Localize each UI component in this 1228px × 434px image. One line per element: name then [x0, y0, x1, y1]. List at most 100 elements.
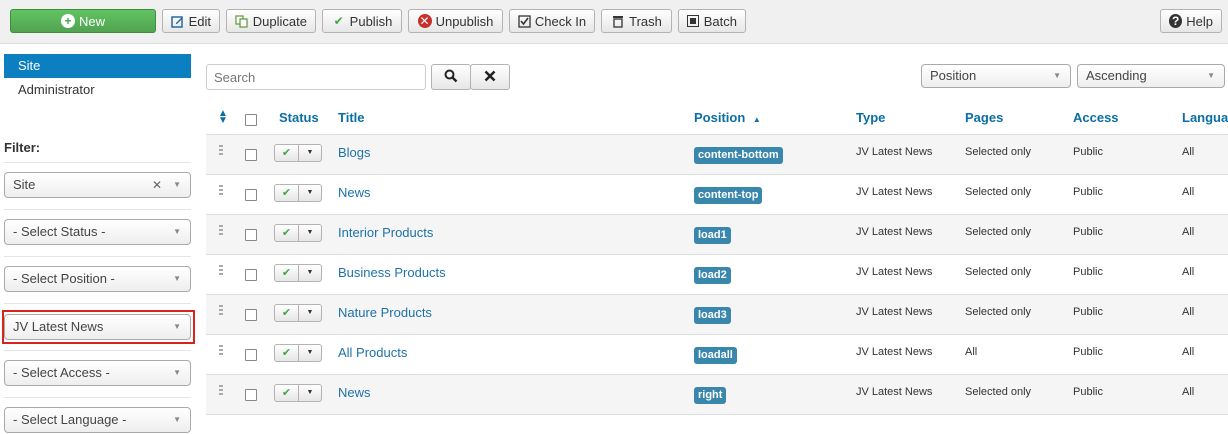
- header-title[interactable]: Title: [338, 110, 365, 125]
- published-check-icon[interactable]: ✔: [275, 185, 299, 201]
- edit-button[interactable]: Edit: [162, 9, 220, 33]
- header-pages[interactable]: Pages: [965, 110, 1003, 125]
- status-toggle[interactable]: ✔ ▼: [274, 224, 322, 242]
- help-button[interactable]: ? Help: [1160, 9, 1222, 33]
- checkin-button[interactable]: Check In: [509, 9, 595, 33]
- status-dropdown-caret[interactable]: ▼: [299, 385, 321, 401]
- table-row: ✔ ▼ News right JV Latest News Selected only Pu…: [206, 375, 1228, 415]
- sidebar-item-administrator[interactable]: Administrator: [4, 78, 191, 102]
- language-filter-select[interactable]: - Select Language - ▼: [4, 407, 191, 433]
- access-filter-select[interactable]: - Select Access - ▼: [4, 360, 191, 386]
- chevron-down-icon: ▼: [173, 368, 181, 377]
- row-checkbox[interactable]: [245, 349, 257, 361]
- module-type: JV Latest News: [856, 266, 933, 278]
- search-button[interactable]: [431, 64, 471, 90]
- module-filter-select[interactable]: JV Latest News ▼: [4, 314, 191, 340]
- header-status[interactable]: Status: [279, 110, 319, 125]
- module-title-link[interactable]: News: [338, 385, 371, 400]
- module-title-link[interactable]: All Products: [338, 345, 407, 360]
- duplicate-button[interactable]: Duplicate: [226, 9, 316, 33]
- unpublish-button[interactable]: ✕ Unpublish: [408, 9, 503, 33]
- status-toggle[interactable]: ✔ ▼: [274, 384, 322, 402]
- drag-handle-icon[interactable]: [219, 345, 223, 357]
- row-checkbox[interactable]: [245, 269, 257, 281]
- published-check-icon[interactable]: ✔: [275, 225, 299, 241]
- sort-direction-select[interactable]: Ascending ▼: [1077, 64, 1225, 88]
- module-title-link[interactable]: News: [338, 185, 371, 200]
- status-toggle[interactable]: ✔ ▼: [274, 264, 322, 282]
- status-toggle[interactable]: ✔ ▼: [274, 144, 322, 162]
- status-dropdown-caret[interactable]: ▼: [299, 225, 321, 241]
- drag-handle-icon[interactable]: [219, 265, 223, 277]
- status-toggle[interactable]: ✔ ▼: [274, 184, 322, 202]
- header-position-label: Position: [694, 110, 746, 125]
- position-filter-select[interactable]: - Select Position - ▼: [4, 266, 191, 292]
- search-icon: [444, 69, 458, 86]
- status-dropdown-caret[interactable]: ▼: [299, 265, 321, 281]
- drag-handle-icon[interactable]: [219, 225, 223, 237]
- status-toggle[interactable]: ✔ ▼: [274, 344, 322, 362]
- header-type[interactable]: Type: [856, 110, 885, 125]
- chevron-down-icon: ▼: [173, 322, 181, 331]
- module-type: JV Latest News: [856, 346, 933, 358]
- clear-search-button[interactable]: [470, 64, 510, 90]
- position-badge: load3: [694, 307, 731, 324]
- published-check-icon[interactable]: ✔: [275, 265, 299, 281]
- published-check-icon[interactable]: ✔: [275, 385, 299, 401]
- header-access[interactable]: Access: [1073, 110, 1119, 125]
- module-title-link[interactable]: Nature Products: [338, 305, 432, 320]
- select-all-checkbox[interactable]: [245, 114, 257, 126]
- batch-label: Batch: [703, 13, 737, 29]
- language-filter-value: - Select Language -: [13, 412, 127, 427]
- module-access: Public: [1073, 226, 1103, 238]
- row-checkbox[interactable]: [245, 229, 257, 241]
- sort-field-select[interactable]: Position ▼: [921, 64, 1071, 88]
- row-checkbox[interactable]: [245, 149, 257, 161]
- sort-direction-value: Ascending: [1086, 68, 1147, 83]
- published-check-icon[interactable]: ✔: [275, 345, 299, 361]
- clear-icon[interactable]: ✕: [152, 173, 162, 197]
- chevron-down-icon: ▼: [1053, 71, 1061, 80]
- status-dropdown-caret[interactable]: ▼: [299, 145, 321, 161]
- header-position[interactable]: Position ▲: [694, 110, 761, 125]
- module-title-link[interactable]: Interior Products: [338, 225, 433, 240]
- status-dropdown-caret[interactable]: ▼: [299, 185, 321, 201]
- new-button[interactable]: + New: [10, 9, 156, 33]
- module-pages: Selected only: [965, 146, 1032, 158]
- row-checkbox[interactable]: [245, 389, 257, 401]
- drag-handle-icon[interactable]: [219, 145, 223, 157]
- status-dropdown-caret[interactable]: ▼: [299, 305, 321, 321]
- published-check-icon[interactable]: ✔: [275, 145, 299, 161]
- module-pages: Selected only: [965, 266, 1032, 278]
- sidebar-item-site[interactable]: Site: [4, 54, 191, 78]
- drag-handle-icon[interactable]: [219, 385, 223, 397]
- row-checkbox[interactable]: [245, 309, 257, 321]
- sort-order-icon[interactable]: ▲ ▼: [218, 109, 228, 126]
- status-filter-select[interactable]: - Select Status - ▼: [4, 219, 191, 245]
- module-access: Public: [1073, 186, 1103, 198]
- module-language: All: [1182, 346, 1195, 358]
- module-title-link[interactable]: Business Products: [338, 265, 446, 280]
- sort-field-value: Position: [930, 68, 977, 83]
- module-pages: All: [965, 346, 978, 358]
- header-language[interactable]: Langua: [1182, 110, 1228, 125]
- publish-button[interactable]: ✔ Publish: [322, 9, 402, 33]
- sidebar-item-label: Site: [18, 58, 41, 73]
- batch-button[interactable]: Batch: [678, 9, 746, 33]
- module-title-link[interactable]: Blogs: [338, 145, 371, 160]
- toolbar: + New Edit Duplicate ✔ Publish ✕ Unpubli…: [0, 0, 1228, 44]
- module-pages: Selected only: [965, 306, 1032, 318]
- position-badge: right: [694, 387, 727, 404]
- status-dropdown-caret[interactable]: ▼: [299, 345, 321, 361]
- check-icon: ✔: [333, 14, 344, 28]
- published-check-icon[interactable]: ✔: [275, 305, 299, 321]
- row-checkbox[interactable]: [245, 189, 257, 201]
- search-input[interactable]: [206, 64, 426, 90]
- status-toggle[interactable]: ✔ ▼: [274, 304, 322, 322]
- client-filter-select[interactable]: Site ✕ ▼: [4, 172, 191, 198]
- trash-button[interactable]: Trash: [601, 9, 672, 33]
- drag-handle-icon[interactable]: [219, 305, 223, 317]
- drag-handle-icon[interactable]: [219, 185, 223, 197]
- table-row: ✔ ▼ Blogs content-bottom JV Latest News Selec…: [206, 135, 1228, 175]
- position-filter-value: - Select Position -: [13, 271, 115, 286]
